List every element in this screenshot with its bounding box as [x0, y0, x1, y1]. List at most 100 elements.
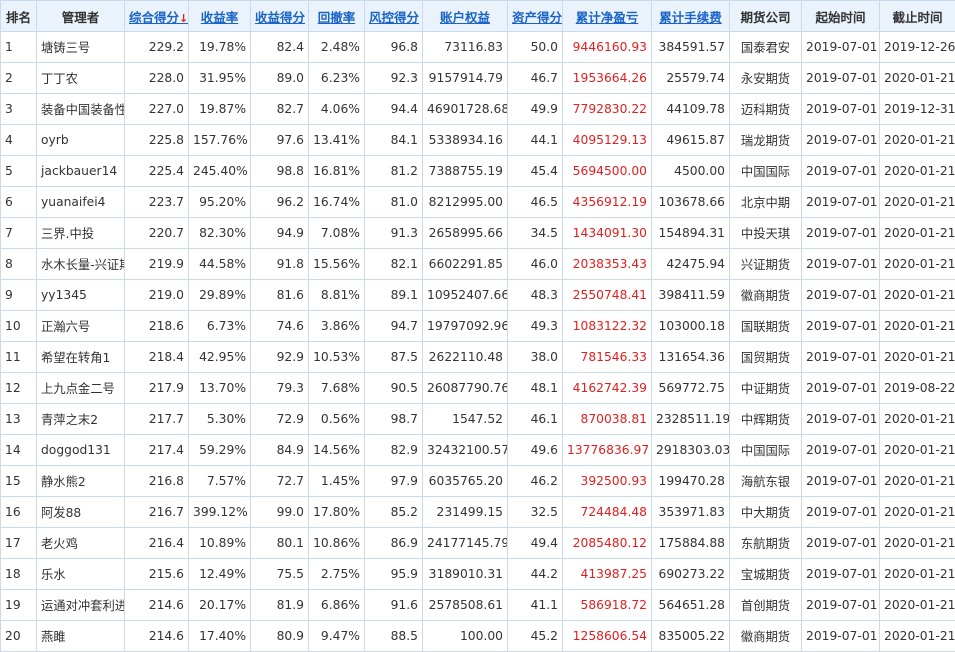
cell-drawdown: 14.56% [309, 435, 365, 466]
header-composite-score-sort[interactable]: 综合得分↓ [125, 1, 189, 32]
cell-risk-score: 82.1 [365, 249, 423, 280]
cell-manager: jackbauer14 [37, 156, 125, 187]
cell-rank: 5 [1, 156, 37, 187]
cell-rank: 17 [1, 528, 37, 559]
cell-return-rate: 5.30% [189, 404, 251, 435]
header-return-rate-sort[interactable]: 收益率 [189, 1, 251, 32]
cell-return-score: 74.6 [251, 311, 309, 342]
table-row: 4oyrb225.8157.76%97.613.41%84.15338934.1… [1, 125, 955, 156]
cell-risk-score: 90.5 [365, 373, 423, 404]
cell-manager: 青萍之末2 [37, 404, 125, 435]
header-risk-score-sort[interactable]: 风控得分 [365, 1, 423, 32]
cell-rank: 15 [1, 466, 37, 497]
cell-cum-fee: 2918303.03 [652, 435, 730, 466]
cell-equity: 26087790.76 [423, 373, 508, 404]
cell-return-score: 82.7 [251, 94, 309, 125]
header-rank: 排名 [1, 1, 37, 32]
header-manager: 管理者 [37, 1, 125, 32]
cell-broker: 国泰君安 [730, 32, 802, 63]
cell-start-date: 2019-07-01 [802, 559, 880, 590]
cell-broker: 徽商期货 [730, 280, 802, 311]
cell-manager: 乐水 [37, 559, 125, 590]
cell-equity: 9157914.79 [423, 63, 508, 94]
cell-broker: 宝城期货 [730, 559, 802, 590]
cell-return-rate: 12.49% [189, 559, 251, 590]
cell-cum-pnl: 1953664.26 [563, 63, 652, 94]
cell-equity: 5338934.16 [423, 125, 508, 156]
cell-equity: 6602291.85 [423, 249, 508, 280]
cell-end-date: 2020-01-21 [880, 497, 955, 528]
cell-cum-fee: 44109.78 [652, 94, 730, 125]
cell-manager: 塘铸三号 [37, 32, 125, 63]
cell-drawdown: 16.81% [309, 156, 365, 187]
cell-start-date: 2019-07-01 [802, 280, 880, 311]
cell-return-score: 98.8 [251, 156, 309, 187]
cell-asset-score: 46.5 [508, 187, 563, 218]
cell-end-date: 2020-01-21 [880, 218, 955, 249]
header-cum-fee-sort[interactable]: 累计手续费 [652, 1, 730, 32]
cell-composite-score: 217.7 [125, 404, 189, 435]
cell-end-date: 2020-01-21 [880, 156, 955, 187]
cell-return-score: 96.2 [251, 187, 309, 218]
cell-return-score: 72.7 [251, 466, 309, 497]
cell-cum-fee: 398411.59 [652, 280, 730, 311]
header-cum-pnl-sort[interactable]: 累计净盈亏 [563, 1, 652, 32]
cell-rank: 2 [1, 63, 37, 94]
cell-cum-fee: 175884.88 [652, 528, 730, 559]
cell-return-rate: 157.76% [189, 125, 251, 156]
table-row: 10正瀚六号218.66.73%74.63.86%94.719797092.96… [1, 311, 955, 342]
cell-end-date: 2020-01-21 [880, 435, 955, 466]
cell-asset-score: 49.3 [508, 311, 563, 342]
cell-return-score: 81.6 [251, 280, 309, 311]
cell-asset-score: 45.4 [508, 156, 563, 187]
cell-risk-score: 81.2 [365, 156, 423, 187]
table-row: 19运通对冲套利进214.620.17%81.96.86%91.62578508… [1, 590, 955, 621]
cell-return-rate: 82.30% [189, 218, 251, 249]
cell-cum-fee: 131654.36 [652, 342, 730, 373]
table-row: 12上九点金二号217.913.70%79.37.68%90.526087790… [1, 373, 955, 404]
cell-composite-score: 225.8 [125, 125, 189, 156]
cell-cum-pnl: 2038353.43 [563, 249, 652, 280]
cell-drawdown: 3.86% [309, 311, 365, 342]
cell-return-rate: 95.20% [189, 187, 251, 218]
cell-return-score: 80.1 [251, 528, 309, 559]
header-end-date: 截止时间 [880, 1, 955, 32]
cell-asset-score: 38.0 [508, 342, 563, 373]
cell-return-rate: 399.12% [189, 497, 251, 528]
cell-composite-score: 219.9 [125, 249, 189, 280]
cell-return-rate: 59.29% [189, 435, 251, 466]
cell-return-score: 91.8 [251, 249, 309, 280]
cell-return-rate: 10.89% [189, 528, 251, 559]
cell-manager: 老火鸡 [37, 528, 125, 559]
cell-return-rate: 19.87% [189, 94, 251, 125]
cell-broker: 国联期货 [730, 311, 802, 342]
header-row: 排名 管理者 综合得分↓ 收益率 收益得分 回撤率 风控得分 账户权益 资产得分… [1, 1, 955, 32]
cell-return-score: 94.9 [251, 218, 309, 249]
cell-return-rate: 20.17% [189, 590, 251, 621]
header-equity-sort[interactable]: 账户权益 [423, 1, 508, 32]
cell-cum-fee: 42475.94 [652, 249, 730, 280]
cell-cum-fee: 4500.00 [652, 156, 730, 187]
header-asset-score-sort[interactable]: 资产得分 [508, 1, 563, 32]
cell-drawdown: 1.45% [309, 466, 365, 497]
cell-cum-pnl: 4162742.39 [563, 373, 652, 404]
cell-asset-score: 49.4 [508, 528, 563, 559]
ranking-table: 排名 管理者 综合得分↓ 收益率 收益得分 回撤率 风控得分 账户权益 资产得分… [0, 0, 955, 652]
table-row: 5jackbauer14225.4245.40%98.816.81%81.273… [1, 156, 955, 187]
cell-asset-score: 46.0 [508, 249, 563, 280]
cell-manager: 阿发88 [37, 497, 125, 528]
header-drawdown-sort[interactable]: 回撤率 [309, 1, 365, 32]
cell-end-date: 2020-01-21 [880, 249, 955, 280]
cell-return-score: 92.9 [251, 342, 309, 373]
cell-return-rate: 245.40% [189, 156, 251, 187]
cell-asset-score: 34.5 [508, 218, 563, 249]
header-return-score-sort[interactable]: 收益得分 [251, 1, 309, 32]
cell-cum-pnl: 413987.25 [563, 559, 652, 590]
cell-risk-score: 89.1 [365, 280, 423, 311]
cell-risk-score: 95.9 [365, 559, 423, 590]
cell-cum-pnl: 2085480.12 [563, 528, 652, 559]
cell-start-date: 2019-07-01 [802, 156, 880, 187]
cell-start-date: 2019-07-01 [802, 373, 880, 404]
cell-manager: 希望在转角1 [37, 342, 125, 373]
cell-equity: 3189010.31 [423, 559, 508, 590]
